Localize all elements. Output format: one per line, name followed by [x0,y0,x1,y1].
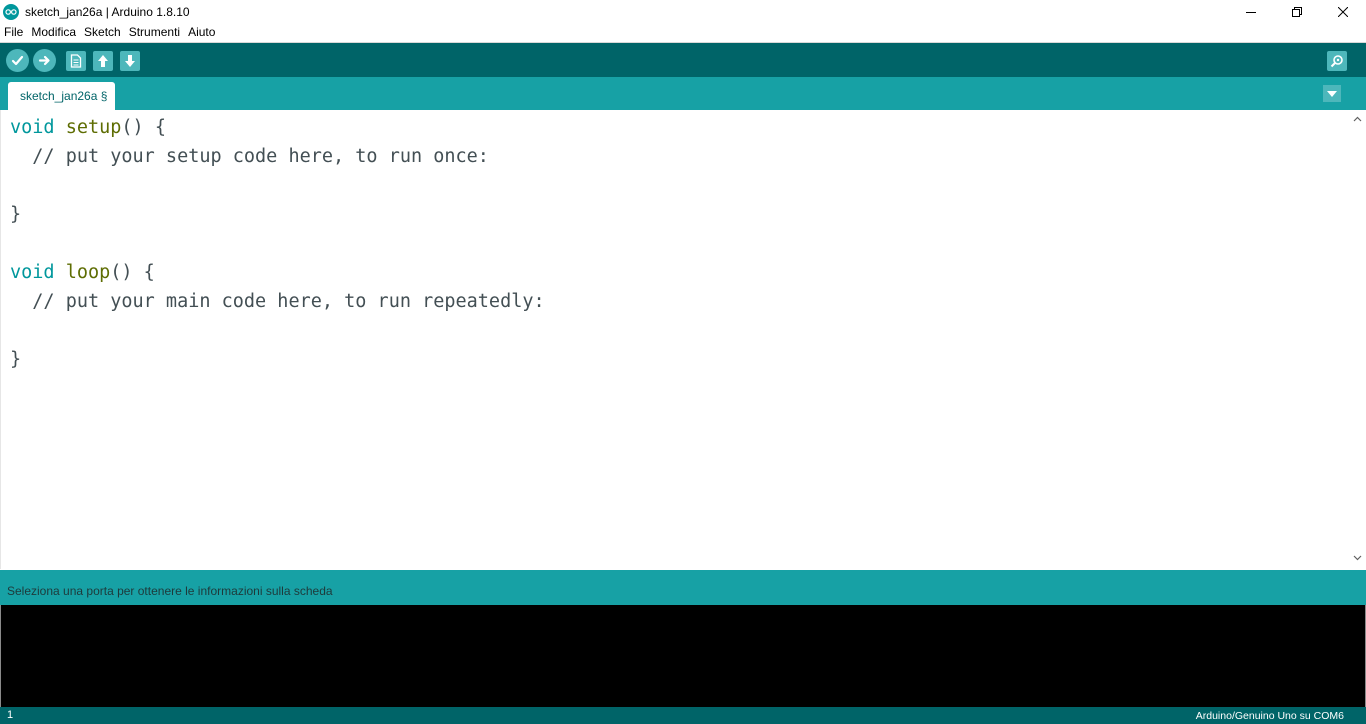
serial-monitor-button[interactable] [1327,51,1347,71]
verify-icon [11,55,24,66]
save-button[interactable] [120,51,140,71]
code-line: // put your main code here, to run repea… [10,291,545,313]
new-button[interactable] [66,51,86,71]
code-line: void loop() { [10,262,155,284]
code-keyword: void [10,262,55,283]
footer-bar: 1 Arduino/Genuino Uno su COM6 [0,707,1366,724]
open-icon [98,55,108,67]
status-bar: Seleziona una porta per ottenere le info… [0,570,1366,605]
menu-sketch[interactable]: Sketch [80,23,125,42]
window-title: sketch_jan26a | Arduino 1.8.10 [25,4,190,19]
code-function: loop [65,262,111,283]
editor-scrollbar[interactable] [1349,110,1366,569]
restore-button[interactable] [1274,0,1320,23]
arduino-logo-icon [3,3,19,20]
menu-bar: File Modifica Sketch Strumenti Aiuto [0,23,1366,43]
menu-modifica[interactable]: Modifica [27,23,80,42]
code-text: () { [110,262,155,283]
minimize-icon [1246,11,1256,13]
code-comment: // put your main code here, to run repea… [10,291,545,312]
board-port-label: Arduino/Genuino Uno su COM6 [1195,710,1344,722]
code-text: } [10,204,22,225]
code-keyword: void [10,117,55,138]
code-text: } [10,349,22,370]
line-number: 1 [7,709,14,721]
save-icon [125,55,135,67]
code-line: void setup() { [10,117,166,139]
minimize-button[interactable] [1228,0,1274,23]
tab-sketch[interactable]: sketch_jan26a § [8,82,116,110]
code-text: () { [121,117,166,138]
close-icon [1338,6,1348,17]
title-bar: sketch_jan26a | Arduino 1.8.10 [0,0,1366,23]
menu-strumenti[interactable]: Strumenti [125,23,184,42]
status-message: Seleziona una porta per ottenere le info… [7,583,333,598]
scroll-down-icon[interactable] [1353,553,1362,562]
restore-icon [1292,6,1302,17]
console-output[interactable] [0,605,1366,707]
upload-button[interactable] [33,49,56,72]
tab-strip: sketch_jan26a § [0,77,1366,110]
verify-button[interactable] [6,49,29,72]
upload-icon [38,55,50,66]
close-button[interactable] [1320,0,1366,23]
new-icon [70,54,82,68]
code-line: } [10,204,21,226]
code-function: setup [65,117,122,138]
chevron-down-icon [1327,90,1337,97]
menu-aiuto[interactable]: Aiuto [184,23,219,42]
menu-file[interactable]: File [0,23,27,42]
code-comment: // put your setup code here, to run once… [10,146,489,167]
code-editor[interactable]: void setup() { // put your setup code he… [0,110,1349,569]
toolbar [0,43,1366,77]
code-line: // put your setup code here, to run once… [10,146,489,168]
tab-label: sketch_jan26a § [20,89,108,103]
serial-monitor-icon [1330,55,1343,68]
code-line: } [10,349,21,371]
tab-menu-button[interactable] [1323,85,1341,102]
open-button[interactable] [93,51,113,71]
scroll-up-icon[interactable] [1353,115,1362,124]
